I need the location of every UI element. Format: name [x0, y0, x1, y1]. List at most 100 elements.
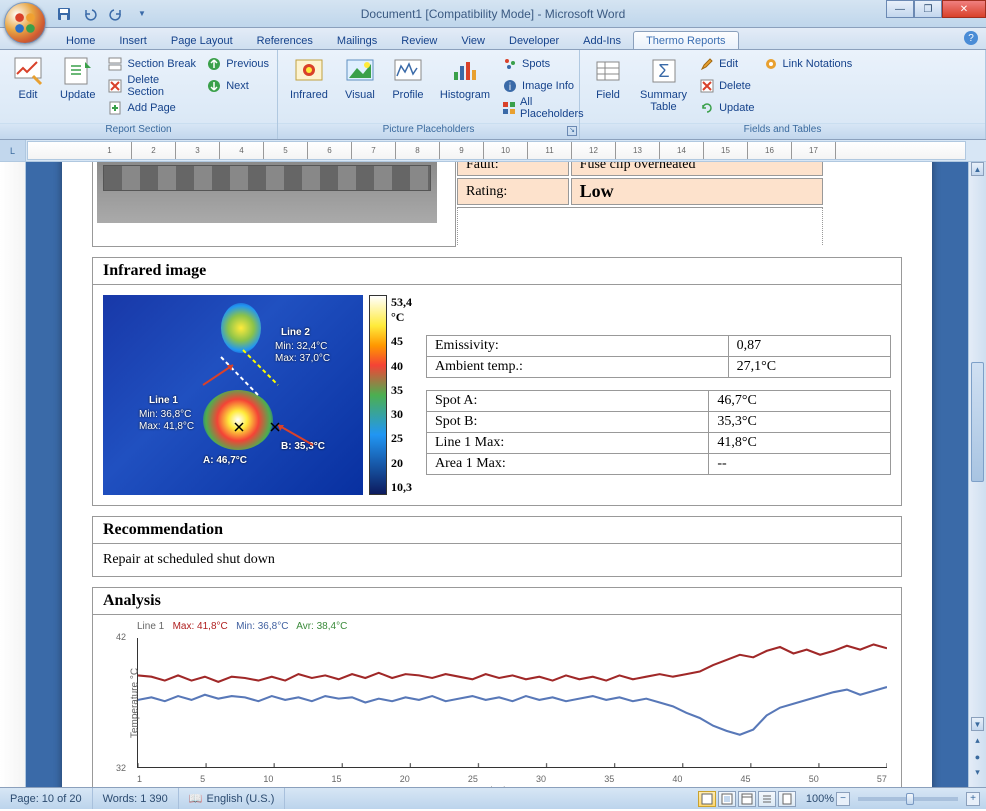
redo-icon[interactable]	[106, 4, 126, 24]
ft-update-button[interactable]: Update	[697, 97, 756, 119]
status-page[interactable]: Page: 10 of 20	[0, 788, 93, 809]
infrared-button[interactable]: Infrared	[284, 53, 334, 103]
field-icon	[592, 55, 624, 87]
status-words[interactable]: Words: 1 390	[93, 788, 179, 809]
update-label: Update	[60, 89, 95, 101]
close-button[interactable]: ✕	[942, 0, 986, 18]
prev-page-icon[interactable]: ▴	[971, 734, 984, 747]
tab-developer[interactable]: Developer	[497, 32, 571, 49]
tab-references[interactable]: References	[245, 32, 325, 49]
delete-section-button[interactable]: Delete Section	[105, 75, 200, 97]
summary-table-icon: Σ	[648, 55, 680, 87]
delete-x-icon	[699, 78, 715, 94]
edit-button[interactable]: Edit	[6, 53, 50, 103]
window-title: Document1 [Compatibility Mode] - Microso…	[361, 7, 626, 21]
tab-view[interactable]: View	[449, 32, 497, 49]
analysis-chart: Temperature °C 4232	[137, 638, 887, 768]
scroll-down-icon[interactable]: ▼	[971, 717, 984, 731]
tab-page-layout[interactable]: Page Layout	[159, 32, 245, 49]
vertical-ruler[interactable]	[0, 162, 26, 787]
scroll-thumb[interactable]	[971, 362, 984, 482]
spots-button[interactable]: Spots	[500, 53, 588, 75]
view-full-screen[interactable]	[718, 791, 736, 807]
analysis-chart-container: Line 1 Max: 41,8°C Min: 36,8°C Avr: 38,4…	[92, 615, 902, 787]
infrared-section: Line 1 Min: 36,8°C Max: 41,8°C Line 2 Mi…	[92, 285, 902, 506]
add-page-icon	[107, 100, 123, 116]
next-page-icon[interactable]: ▾	[971, 766, 984, 779]
spots-icon	[502, 56, 518, 72]
document-canvas[interactable]: Fault:Fuse clip overheated Rating:Low In…	[26, 162, 968, 787]
quick-access-toolbar: ▼	[54, 4, 152, 24]
recommendation-text: Repair at scheduled shut down	[92, 544, 902, 577]
maximize-button[interactable]: ❐	[914, 0, 942, 18]
zoom-percent[interactable]: 100%	[806, 793, 834, 805]
ft-edit-button[interactable]: Edit	[697, 53, 756, 75]
view-outline[interactable]	[758, 791, 776, 807]
tab-insert[interactable]: Insert	[107, 32, 159, 49]
visual-button[interactable]: Visual	[338, 53, 382, 103]
tab-add-ins[interactable]: Add-Ins	[571, 32, 633, 49]
group-label-picture: Picture Placeholders↘	[278, 123, 579, 139]
fault-label: Fault:	[457, 162, 569, 176]
document-area: Fault:Fuse clip overheated Rating:Low In…	[0, 162, 986, 787]
vertical-scrollbar[interactable]: ▲ ▼ ▴ ● ▾	[968, 162, 986, 787]
tab-review[interactable]: Review	[389, 32, 449, 49]
zoom-slider[interactable]	[858, 797, 958, 801]
group-label-fields: Fields and Tables	[580, 123, 985, 139]
status-lang[interactable]: 📖English (U.S.)	[179, 788, 286, 809]
title-bar: ▼ Document1 [Compatibility Mode] - Micro…	[0, 0, 986, 28]
analysis-heading: Analysis	[92, 587, 902, 615]
zoom-in-button[interactable]: +	[966, 792, 980, 806]
ft-delete-button[interactable]: Delete	[697, 75, 756, 97]
previous-button[interactable]: Previous	[204, 53, 271, 75]
dialog-launcher-icon[interactable]: ↘	[567, 126, 577, 136]
next-button[interactable]: Next	[204, 75, 271, 97]
properties-panel: Emissivity:0,87 Ambient temp.:27,1°C Spo…	[426, 295, 891, 495]
office-button[interactable]	[4, 2, 46, 44]
rating-value: Low	[571, 178, 823, 205]
zoom-knob[interactable]	[906, 793, 914, 805]
view-draft[interactable]	[778, 791, 796, 807]
rating-label: Rating:	[457, 178, 569, 205]
group-label-report-section: Report Section	[0, 123, 277, 139]
scroll-up-icon[interactable]: ▲	[971, 162, 984, 176]
status-bar: Page: 10 of 20 Words: 1 390 📖English (U.…	[0, 787, 986, 809]
link-notations-button[interactable]: Link Notations	[761, 53, 855, 75]
tab-home[interactable]: Home	[54, 32, 107, 49]
svg-text:Σ: Σ	[658, 61, 669, 81]
field-button[interactable]: Field	[586, 53, 630, 103]
tab-thermo-reports[interactable]: Thermo Reports	[633, 31, 738, 49]
view-print-layout[interactable]	[698, 791, 716, 807]
ribbon-group-report-section: Edit Update Section Break Delete Section…	[0, 50, 278, 139]
tab-mailings[interactable]: Mailings	[325, 32, 389, 49]
pencil-icon	[699, 56, 715, 72]
image-info-button[interactable]: iImage Info	[500, 75, 588, 97]
delete-icon	[107, 78, 123, 94]
histogram-button[interactable]: Histogram	[434, 53, 496, 103]
undo-icon[interactable]	[80, 4, 100, 24]
update-button[interactable]: Update	[54, 53, 101, 103]
infrared-icon	[293, 55, 325, 87]
add-page-button[interactable]: Add Page	[105, 97, 200, 119]
qat-dropdown-icon[interactable]: ▼	[132, 4, 152, 24]
ruler-tab-selector[interactable]: L	[0, 140, 26, 161]
ribbon: Edit Update Section Break Delete Section…	[0, 50, 986, 140]
help-icon[interactable]: ?	[964, 31, 978, 45]
view-web-layout[interactable]	[738, 791, 756, 807]
section-break-button[interactable]: Section Break	[105, 53, 200, 75]
zoom-out-button[interactable]: −	[836, 792, 850, 806]
all-placeholders-button[interactable]: All Placeholders	[500, 97, 588, 119]
browse-object-icon[interactable]: ●	[971, 750, 984, 763]
profile-icon	[392, 55, 424, 87]
save-icon[interactable]	[54, 4, 74, 24]
profile-button[interactable]: Profile	[386, 53, 430, 103]
chart-xlabel: Pixels	[97, 786, 897, 787]
fault-value: Fuse clip overheated	[571, 162, 823, 176]
svg-text:i: i	[509, 82, 511, 93]
horizontal-ruler[interactable]: 1234567891011121314151617	[27, 141, 966, 160]
summary-table-button[interactable]: ΣSummary Table	[634, 53, 693, 115]
prop-val: 0,87	[728, 336, 890, 357]
ribbon-group-picture-placeholders: Infrared Visual Profile Histogram Spots …	[278, 50, 580, 139]
ribbon-tabs: Home Insert Page Layout References Maili…	[0, 28, 986, 50]
minimize-button[interactable]: —	[886, 0, 914, 18]
